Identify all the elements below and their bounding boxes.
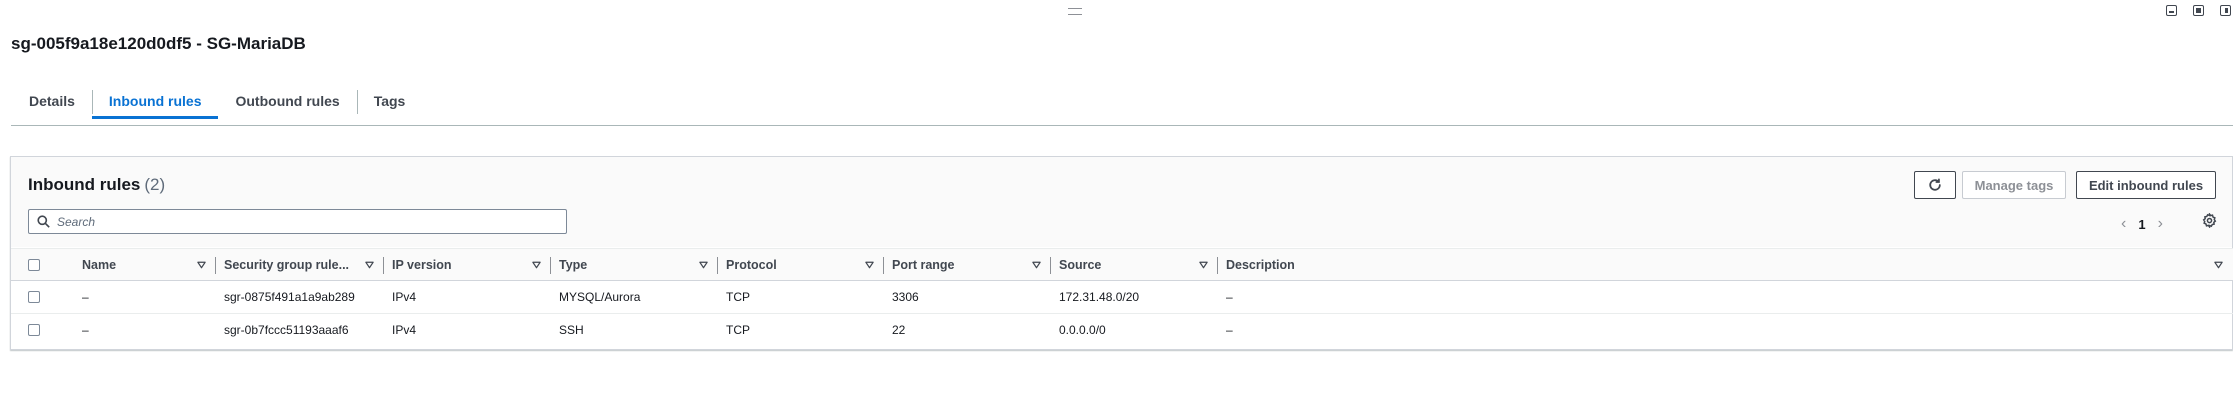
column-label: Port range bbox=[892, 257, 955, 272]
cell-port-range: 3306 bbox=[892, 290, 919, 304]
caret-down-icon[interactable] bbox=[2214, 261, 2223, 269]
table-row[interactable]: – sgr-0875f491a1a9ab289 IPv4 MYSQL/Auror… bbox=[11, 281, 2233, 314]
search-input[interactable] bbox=[55, 212, 559, 232]
panel-title-text: Inbound rules bbox=[28, 175, 141, 194]
column-header-rule-id[interactable]: Security group rule... bbox=[216, 248, 384, 281]
manage-tags-button[interactable]: Manage tags bbox=[1962, 171, 2066, 199]
column-label: IP version bbox=[392, 257, 452, 272]
column-header-name[interactable]: Name bbox=[74, 248, 216, 281]
edit-inbound-rules-button[interactable]: Edit inbound rules bbox=[2076, 171, 2216, 199]
column-label: Type bbox=[559, 257, 588, 272]
column-label: Name bbox=[82, 257, 117, 272]
cell-source: 172.31.48.0/20 bbox=[1059, 290, 1140, 304]
row-checkbox[interactable] bbox=[28, 324, 40, 337]
table-row[interactable]: – sgr-0b7fccc51193aaaf6 IPv4 SSH TCP 22 … bbox=[11, 313, 2233, 347]
select-all-checkbox[interactable] bbox=[28, 258, 40, 271]
column-label: Description bbox=[1226, 257, 1295, 272]
row-select-cell bbox=[11, 281, 74, 314]
cell-protocol: TCP bbox=[726, 290, 750, 304]
cell-type: MYSQL/Aurora bbox=[559, 290, 641, 304]
search-field[interactable] bbox=[28, 209, 567, 234]
cell-description: – bbox=[1218, 313, 2233, 347]
caret-down-icon[interactable] bbox=[1032, 261, 1041, 269]
inbound-rules-panel: Inbound rules (2) Manage tags Edit inboun… bbox=[10, 156, 2233, 350]
row-checkbox[interactable] bbox=[28, 291, 40, 303]
tab-inbound-rules[interactable]: Inbound rules bbox=[91, 88, 219, 119]
cell-name: – bbox=[74, 313, 216, 347]
cell-type: SSH bbox=[551, 313, 718, 347]
inbound-rules-table: Name Security group rule... IP version T… bbox=[11, 248, 2233, 347]
cell-ip-version: IPv4 bbox=[392, 290, 417, 304]
column-header-type[interactable]: Type bbox=[551, 248, 718, 281]
cell-name: – bbox=[82, 290, 89, 304]
caret-down-icon[interactable] bbox=[197, 261, 206, 269]
refresh-icon bbox=[1929, 178, 1941, 191]
tab-details[interactable]: Details bbox=[11, 88, 92, 119]
table-header-row: Name Security group rule... IP version T… bbox=[11, 248, 2233, 281]
cell-ip-version: IPv4 bbox=[384, 313, 551, 347]
column-label: Security group rule... bbox=[224, 257, 350, 272]
cell-rule-id: sgr-0b7fccc51193aaaf6 bbox=[216, 313, 384, 347]
tab-list: Details Inbound rules Outbound rules Tag… bbox=[11, 88, 422, 124]
column-label: Source bbox=[1059, 257, 1102, 272]
column-header-description[interactable]: Description bbox=[1218, 248, 2233, 281]
panel-resize-handle[interactable] bbox=[1068, 8, 1082, 15]
gear-icon[interactable] bbox=[2202, 213, 2217, 228]
cell-source: 0.0.0.0/0 bbox=[1051, 313, 1218, 347]
caret-down-icon[interactable] bbox=[699, 261, 708, 269]
cell-protocol: TCP bbox=[718, 313, 884, 347]
tab-outbound-rules[interactable]: Outbound rules bbox=[218, 88, 356, 119]
caret-down-icon[interactable] bbox=[865, 261, 874, 269]
caret-down-icon[interactable] bbox=[365, 261, 374, 269]
refresh-button[interactable] bbox=[1914, 171, 1956, 199]
cell-description: – bbox=[1226, 290, 1233, 304]
dock-side-icon[interactable] bbox=[2220, 5, 2231, 16]
page-title: sg-005f9a18e120d0df5 - SG-MariaDB bbox=[11, 34, 306, 53]
page-number[interactable]: 1 bbox=[2138, 217, 2145, 232]
tabs-divider bbox=[11, 125, 2233, 126]
row-select-cell bbox=[11, 313, 74, 347]
tab-tags[interactable]: Tags bbox=[356, 88, 423, 119]
caret-down-icon[interactable] bbox=[1199, 261, 1208, 269]
column-header-source[interactable]: Source bbox=[1051, 248, 1218, 281]
column-header-protocol[interactable]: Protocol bbox=[718, 248, 884, 281]
maximize-icon[interactable] bbox=[2193, 5, 2204, 16]
column-header-port-range[interactable]: Port range bbox=[884, 248, 1051, 281]
cell-port-range: 22 bbox=[884, 313, 1051, 347]
select-all-cell bbox=[11, 248, 74, 281]
chevron-left-icon[interactable]: ‹ bbox=[2121, 215, 2126, 233]
column-label: Protocol bbox=[726, 257, 777, 272]
panel-header: Inbound rules (2) Manage tags Edit inboun… bbox=[11, 157, 2232, 247]
column-header-ip-version[interactable]: IP version bbox=[384, 248, 551, 281]
chevron-right-icon[interactable]: › bbox=[2158, 215, 2163, 233]
caret-down-icon[interactable] bbox=[532, 261, 541, 269]
search-icon bbox=[37, 215, 50, 228]
pagination: ‹ 1 › bbox=[2121, 215, 2163, 233]
panel-title: Inbound rules (2) bbox=[28, 175, 165, 195]
window-controls bbox=[2166, 5, 2231, 16]
dock-bottom-icon[interactable] bbox=[2166, 5, 2177, 16]
cell-rule-id: sgr-0875f491a1a9ab289 bbox=[224, 290, 355, 304]
rule-count: (2) bbox=[144, 175, 166, 194]
